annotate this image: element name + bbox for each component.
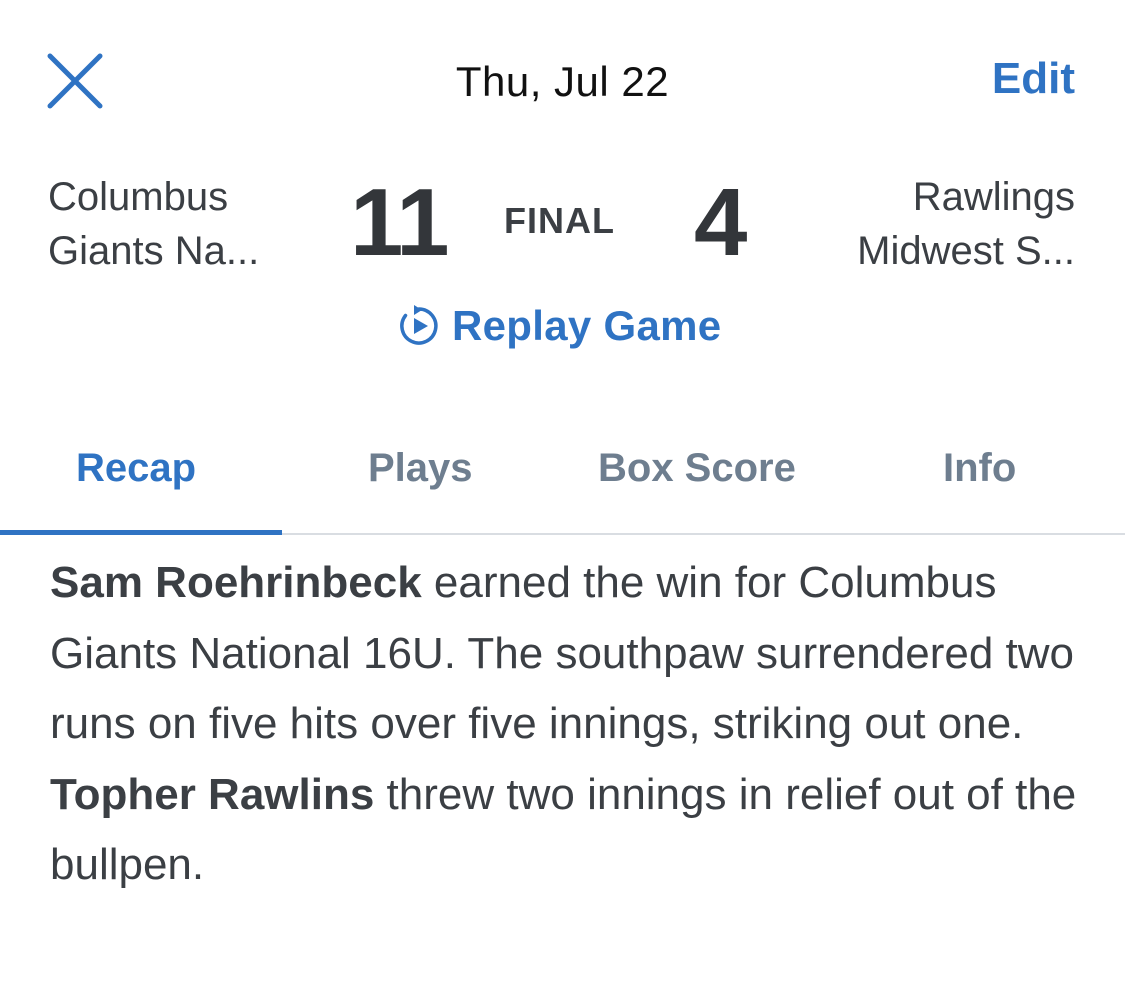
replay-game-button[interactable]: Replay Game [396,296,721,356]
tab-info[interactable]: Info [943,446,1016,491]
header-bar: Thu, Jul 22 Edit [0,0,1125,160]
game-status: FINAL [504,200,615,241]
away-team-name: Rawlings Midwest S... [795,170,1075,278]
replay-game-label: Replay Game [452,302,722,349]
page-title: Thu, Jul 22 [455,58,670,105]
tab-box-score[interactable]: Box Score [598,446,796,491]
tab-plays[interactable]: Plays [368,446,473,491]
recap-pitcher-2: Topher Rawlins [50,769,375,819]
home-team-name: Columbus Giants Na... [48,170,318,278]
edit-button[interactable]: Edit [992,54,1075,104]
recap-pitcher-1: Sam Roehrinbeck [50,558,422,607]
away-team-name-line2: Midwest S... [857,229,1075,273]
away-team-name-line1: Rawlings [912,175,1075,219]
home-team-name-line2: Giants Na... [48,229,260,273]
replay-icon [400,305,438,345]
active-tab-indicator [0,530,282,535]
tab-bar: Recap Plays Box Score Info [0,420,1125,535]
recap-text: Sam Roehrinbeck earned the win for Colum… [50,548,1080,901]
away-score: 4 [694,169,748,276]
home-score: 11 [350,169,449,276]
tab-recap[interactable]: Recap [76,446,196,491]
home-team-name-line1: Columbus [48,175,229,219]
